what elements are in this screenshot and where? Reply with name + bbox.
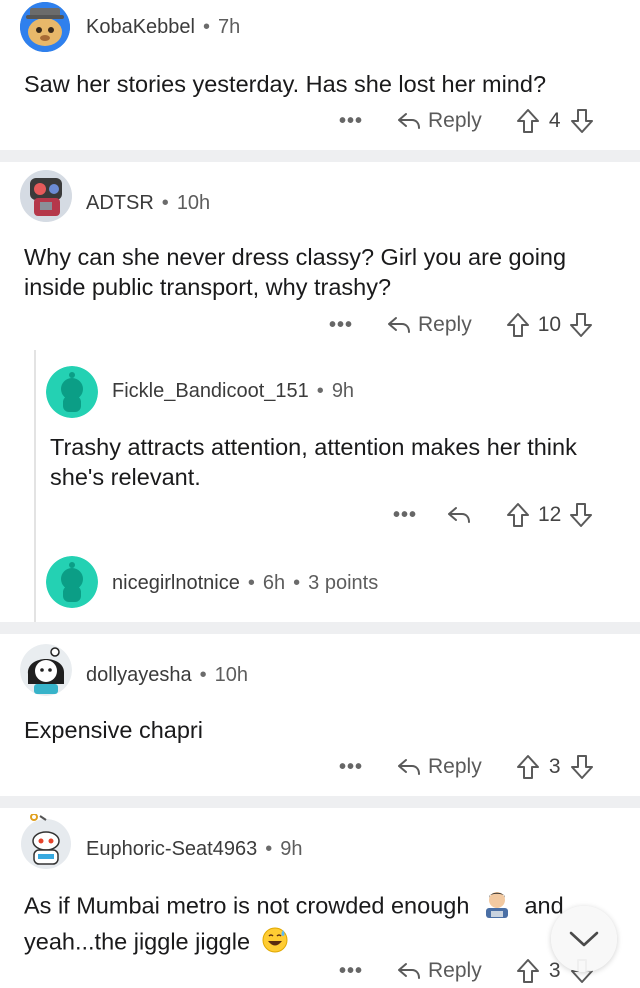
reply-button[interactable] (446, 503, 478, 527)
vote-controls: 4 (516, 108, 594, 134)
vote-score: 10 (537, 313, 562, 336)
comment-time: 9h (331, 380, 355, 402)
comment-actions: ••• Reply 3 (336, 954, 594, 988)
author-name[interactable]: nicegirlnotnice (112, 572, 240, 595)
comment-time: 10h (176, 192, 211, 214)
vote-score: 12 (538, 503, 562, 526)
vote-controls: 12 (506, 502, 593, 528)
upvote-arrow-icon[interactable] (516, 108, 540, 134)
comment-points: 3 points (308, 572, 379, 594)
comment-text: Expensive chapri (24, 717, 203, 743)
comment-dollyayesha: dollyayesha • 10h Expensive chapri ••• R… (0, 634, 640, 796)
upvote-arrow-icon[interactable] (516, 754, 540, 780)
comment-actions: ••• Reply 10 (326, 308, 593, 342)
comment-separator (0, 622, 640, 634)
reply-button[interactable]: Reply (396, 959, 482, 983)
chevron-down-icon (569, 931, 599, 947)
more-options-button[interactable]: ••• (336, 110, 366, 133)
meta-dot: • (265, 838, 273, 860)
reply-label: Reply (428, 755, 482, 778)
meta-dot: • (199, 664, 207, 686)
avatar[interactable] (20, 170, 72, 222)
upvote-arrow-icon[interactable] (506, 312, 530, 338)
avatar[interactable] (46, 556, 98, 608)
reply-label: Reply (428, 959, 482, 982)
avatar[interactable] (20, 644, 72, 696)
downvote-arrow-icon[interactable] (569, 312, 593, 338)
comment-kobakebbel: KobaKebbel • 7h Saw her stories yesterda… (0, 0, 640, 150)
comment-meta: ADTSR • 10h (86, 192, 210, 215)
comment-meta: Euphoric-Seat4963 • 9h (86, 838, 303, 861)
comment-time: 9h (280, 838, 303, 860)
comment-time: 6h (262, 572, 286, 594)
reply-button[interactable]: Reply (396, 109, 482, 133)
vote-score: 3 (548, 755, 561, 778)
reply-arrow-icon (398, 963, 420, 979)
grinning-sweat-emoji-icon (261, 926, 289, 961)
comment-meta: Fickle_Bandicoot_151 • 9h (112, 380, 354, 403)
author-name[interactable]: KobaKebbel (86, 16, 195, 39)
reply-arrow-icon (398, 113, 420, 129)
downvote-arrow-icon[interactable] (570, 108, 594, 134)
reply-arrow-icon (448, 507, 470, 523)
meta-dot: • (202, 16, 210, 38)
meta-dot: • (161, 192, 169, 214)
more-options-button[interactable]: ••• (336, 756, 366, 779)
comment-meta: KobaKebbel • 7h (86, 16, 240, 39)
reply-arrow-icon (388, 317, 410, 333)
author-name[interactable]: Euphoric-Seat4963 (86, 838, 257, 861)
comment-text: As if Mumbai metro is not crowded enough… (24, 889, 624, 961)
avatar[interactable] (20, 2, 70, 52)
comment-text: Saw her stories yesterday. Has she lost … (24, 71, 547, 97)
more-options-button[interactable]: ••• (326, 314, 356, 337)
vote-controls: 3 (516, 754, 594, 780)
meta-dot: • (316, 380, 324, 402)
author-name[interactable]: dollyayesha (86, 664, 192, 687)
comment-separator (0, 150, 640, 162)
reply-arrow-icon (398, 759, 420, 775)
meta-dot: • (247, 572, 255, 594)
comment-adtsr: ADTSR • 10h Why can she never dress clas… (0, 162, 640, 622)
downvote-arrow-icon[interactable] (570, 754, 594, 780)
comment-actions: ••• Reply 4 (336, 104, 594, 138)
upvote-arrow-icon[interactable] (516, 958, 540, 984)
man-technologist-emoji-icon (482, 889, 512, 926)
upvote-arrow-icon[interactable] (506, 502, 530, 528)
reply-label: Reply (428, 109, 482, 132)
comment-time: 10h (214, 664, 249, 686)
avatar[interactable] (46, 366, 98, 418)
vote-controls: 10 (506, 312, 593, 338)
next-comment-button[interactable] (551, 906, 617, 972)
vote-score: 3 (548, 959, 561, 982)
avatar[interactable] (20, 814, 72, 870)
comment-text-line-tail: and (524, 892, 564, 919)
thread-line[interactable] (34, 350, 36, 622)
comment-text-line: As if Mumbai metro is not crowded enough (24, 892, 470, 919)
author-name[interactable]: ADTSR (86, 192, 154, 215)
comment-text: Trashy attracts attention, attention mak… (50, 434, 577, 490)
reply-button[interactable]: Reply (386, 313, 472, 337)
comment-actions: ••• Reply 3 (336, 750, 594, 784)
reply-label: Reply (418, 313, 472, 336)
comment-meta: dollyayesha • 10h (86, 664, 248, 687)
reply-button[interactable]: Reply (396, 755, 482, 779)
comment-text-line: yeah...the jiggle jiggle (24, 928, 251, 955)
meta-dot: • (293, 572, 301, 594)
comment-separator (0, 796, 640, 808)
more-options-button[interactable]: ••• (336, 960, 366, 983)
more-options-button[interactable]: ••• (390, 504, 420, 527)
comment-actions: ••• 12 (390, 498, 593, 532)
comment-time: 7h (218, 16, 241, 38)
downvote-arrow-icon[interactable] (569, 502, 593, 528)
comment-text: Why can she never dress classy? Girl you… (24, 244, 567, 300)
collapsed-comment-meta[interactable]: nicegirlnotnice • 6h • 3 points (112, 572, 378, 595)
comment-euphoric-seat4963: Euphoric-Seat4963 • 9h As if Mumbai metr… (0, 808, 640, 986)
author-name[interactable]: Fickle_Bandicoot_151 (112, 380, 309, 403)
vote-score: 4 (548, 109, 561, 132)
